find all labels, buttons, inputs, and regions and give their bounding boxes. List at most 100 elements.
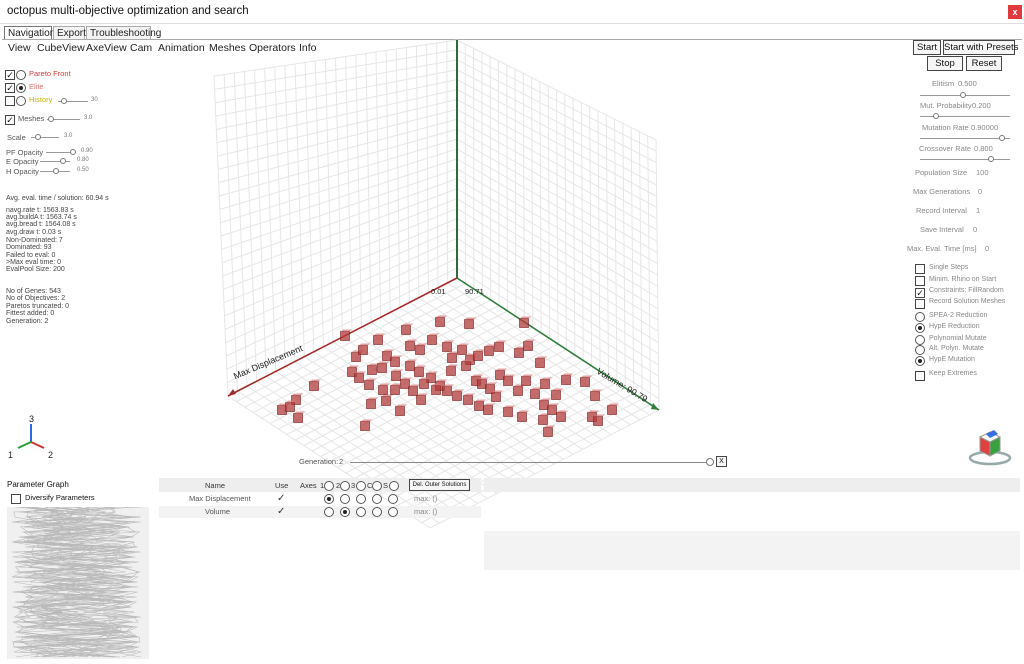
table-row[interactable]: Max Displacement ✓ max: () [159, 493, 481, 505]
solution-cube [473, 351, 483, 361]
reset-button[interactable]: Reset [966, 56, 1002, 71]
save-interval-value[interactable]: 0 [973, 225, 977, 234]
solution-cube [435, 317, 445, 327]
row-max: max: () [414, 507, 438, 516]
row-use-check[interactable]: ✓ [277, 506, 285, 517]
axis-gizmo-label-3: 3 [29, 414, 35, 424]
solution-cube [556, 412, 566, 422]
header-axis-s-radio[interactable] [389, 481, 399, 491]
row-name: Max Displacement [189, 494, 251, 503]
record-interval-value[interactable]: 1 [976, 206, 980, 215]
pf-opacity-slider-thumb[interactable] [70, 149, 76, 155]
view-cube-icon[interactable] [968, 427, 1014, 467]
row-axis-c-radio[interactable] [372, 507, 382, 517]
solution-cube [309, 381, 319, 391]
h-opacity-label: H Opacity [6, 167, 39, 176]
start-button[interactable]: Start [913, 40, 941, 55]
record-meshes-checkbox[interactable] [915, 299, 925, 309]
e-opacity-label: E Opacity [6, 157, 39, 166]
keep-extremes-checkbox[interactable] [915, 371, 925, 381]
single-steps-checkbox[interactable] [915, 264, 925, 274]
elitism-slider-thumb[interactable] [960, 92, 966, 98]
header-name: Name [205, 481, 226, 490]
history-slider-thumb[interactable] [61, 98, 67, 104]
solution-cube [491, 392, 501, 402]
solution-cube [293, 413, 303, 423]
solution-cube [538, 415, 548, 425]
max-generations-label: Max Generations [913, 187, 971, 196]
solution-cube [277, 405, 287, 415]
generation-slider[interactable] [350, 462, 710, 463]
elite-radio[interactable] [16, 83, 26, 93]
hype-reduction-radio[interactable] [915, 323, 925, 333]
row-axis-s-radio[interactable] [388, 494, 398, 504]
crossover-rate-slider[interactable] [920, 159, 1010, 160]
header-axis-3: 3 [351, 481, 356, 490]
max-eval-time-label: Max. Eval. Time [ms] [907, 244, 977, 253]
solution-cube [484, 346, 494, 356]
parameter-graph[interactable] [7, 507, 149, 659]
grid-line [324, 59, 334, 342]
population-size-value[interactable]: 100 [976, 168, 989, 177]
solution-cube-top [452, 389, 465, 392]
elite-checkbox[interactable]: ✓ [5, 83, 15, 93]
single-steps-label: Single Steps [929, 264, 969, 271]
minim-rhino-checkbox[interactable] [915, 276, 925, 286]
constraints-checkbox[interactable]: ✓ [915, 288, 925, 298]
crossover-rate-value: 0.800 [974, 144, 993, 153]
row-axis-c-radio[interactable] [372, 494, 382, 504]
row-axis-1-radio[interactable] [324, 507, 334, 517]
solution-cube-top [485, 382, 498, 385]
spea2-reduction-radio[interactable] [915, 312, 925, 322]
solution-cube [561, 375, 571, 385]
row-axis-s-radio[interactable] [388, 507, 398, 517]
mutation-rate-slider-thumb[interactable] [999, 135, 1005, 141]
history-radio[interactable] [16, 96, 26, 106]
e-opacity-slider-thumb[interactable] [60, 158, 66, 164]
del-outer-solutions-button[interactable]: Del. Outer Solutions [409, 479, 470, 491]
generation-close-button[interactable]: X [716, 456, 727, 467]
max-generations-value[interactable]: 0 [978, 187, 982, 196]
row-axis-2-radio[interactable] [340, 494, 350, 504]
crossover-rate-slider-thumb[interactable] [988, 156, 994, 162]
polynomial-mutate-radio[interactable] [915, 335, 925, 345]
start-with-presets-button[interactable]: Start with Presets [943, 40, 1018, 55]
solution-cube [446, 366, 456, 376]
axis-gizmo-label-1: 1 [8, 450, 14, 460]
pareto-front-radio[interactable] [16, 70, 26, 80]
mutation-rate-slider[interactable] [920, 138, 1010, 139]
header-axis-3-radio[interactable] [356, 481, 366, 491]
meshes-checkbox[interactable]: ✓ [5, 115, 15, 125]
elite-label: Elite [29, 82, 44, 91]
pf-opacity-label: PF Opacity [6, 148, 44, 157]
record-meshes-label: Record Solution Meshes [929, 298, 1006, 305]
row-axis-3-radio[interactable] [356, 494, 366, 504]
header-axes: Axes [300, 481, 317, 490]
max-eval-time-value[interactable]: 0 [985, 244, 989, 253]
scale-slider-thumb[interactable] [35, 134, 41, 140]
h-opacity-slider-thumb[interactable] [53, 168, 59, 174]
alt-polyn-mutate-radio[interactable] [915, 345, 925, 355]
row-axis-1-radio[interactable] [324, 494, 334, 504]
solution-cube-top [547, 403, 560, 406]
meshes-slider-thumb[interactable] [48, 116, 54, 122]
header-axis-2-radio[interactable] [340, 481, 350, 491]
header-axis-c-radio[interactable] [372, 481, 382, 491]
stop-button[interactable]: Stop [927, 56, 963, 71]
grid-line [647, 135, 652, 405]
header-axis-1-radio[interactable] [324, 481, 334, 491]
diversify-parameters-checkbox[interactable] [11, 494, 21, 504]
row-axis-3-radio[interactable] [356, 507, 366, 517]
generation-slider-thumb[interactable] [706, 458, 714, 466]
solution-cube-top [503, 405, 516, 408]
solution-cube [551, 390, 561, 400]
history-checkbox[interactable] [5, 96, 15, 106]
row-axis-2-radio[interactable] [340, 507, 350, 517]
row-use-check[interactable]: ✓ [277, 493, 285, 504]
pareto-front-checkbox[interactable]: ✓ [5, 70, 15, 80]
table-row[interactable]: Volume ✓ max: () [159, 506, 481, 518]
mut-probability-slider-thumb[interactable] [933, 113, 939, 119]
hype-mutation-radio[interactable] [915, 356, 925, 366]
solution-cube [535, 358, 545, 368]
solution-cube [530, 389, 540, 399]
